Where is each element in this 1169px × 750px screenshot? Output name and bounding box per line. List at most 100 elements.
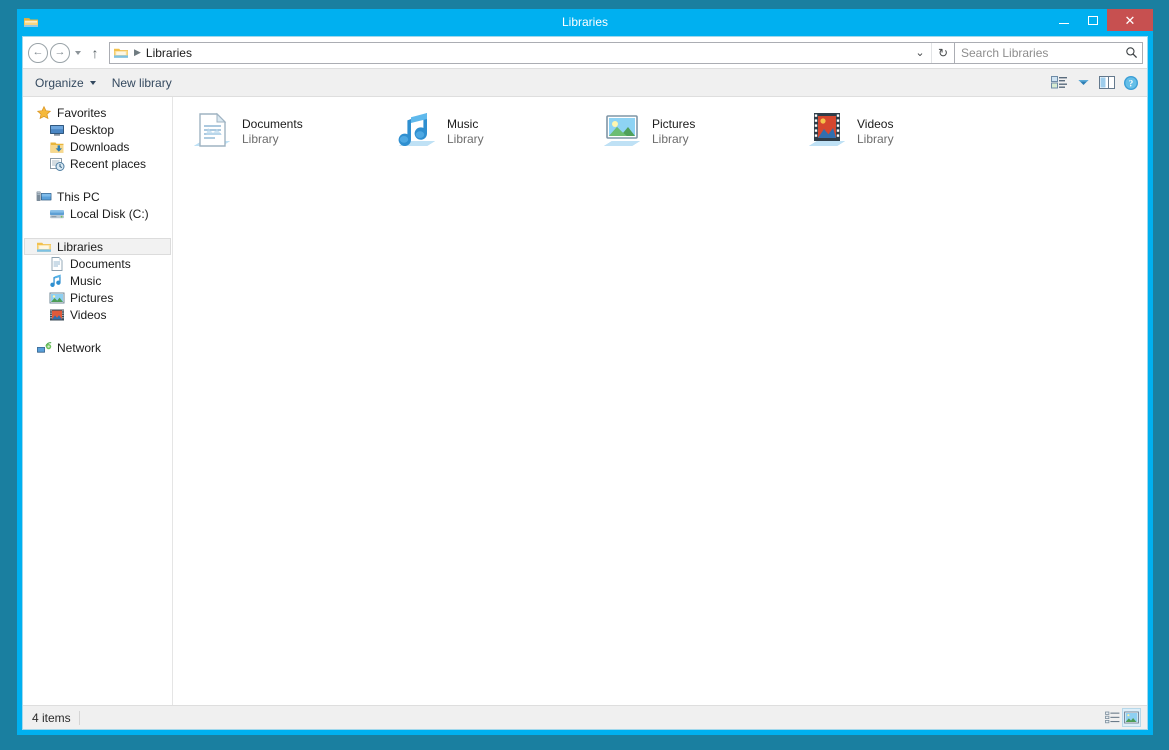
change-view-button[interactable] [1047,72,1071,94]
maximize-icon [1087,15,1098,25]
list-item[interactable]: Pictures Library [595,107,800,157]
list-item[interactable]: Documents Library [185,107,390,157]
sidebar-item-label: Videos [70,307,107,322]
maximize-button[interactable] [1078,9,1107,31]
chevron-down-icon: ⌄ [915,47,925,59]
svg-text:?: ? [1129,78,1134,88]
minimize-button[interactable] [1049,9,1078,31]
nav-group-gap [23,323,172,339]
forward-arrow-icon: → [50,42,70,63]
sidebar-item-downloads[interactable]: Downloads [24,138,171,155]
sidebar-item-favorites[interactable]: Favorites [24,104,171,121]
explorer-window: Libraries ✕ ← → ↑ ▶ Libraries ⌄ ↻ Search… [17,9,1153,735]
nav-group-libraries: Libraries Documents Music Pictures Video… [23,238,172,323]
list-item-text: Videos Library [857,117,894,147]
nav-group-favorites: Favorites Desktop Downloads Recent place… [23,104,172,172]
large-icons-view-button[interactable] [1122,708,1141,727]
sidebar-item-label: Recent places [70,156,147,171]
change-view-icon [1050,76,1067,89]
breadcrumb-item-libraries[interactable]: Libraries [146,46,192,60]
address-bar: ← → ↑ ▶ Libraries ⌄ ↻ Search Libraries [23,37,1147,68]
client-area: ← → ↑ ▶ Libraries ⌄ ↻ Search Libraries O… [22,36,1148,730]
title-bar: Libraries ✕ [17,9,1153,36]
sidebar-item-videos[interactable]: Videos [24,306,171,323]
downloads-icon [49,139,65,155]
sidebar-item-music[interactable]: Music [24,272,171,289]
command-bar: Organize New library ? [23,68,1147,97]
list-item-name: Documents [242,117,303,131]
back-arrow-icon: ← [28,42,48,63]
details-view-button[interactable] [1103,708,1122,727]
nav-group-gap [23,172,172,188]
chevron-down-icon [89,80,96,85]
breadcrumb-separator: ▶ [134,47,141,57]
nav-group-network: Network [23,339,172,356]
minimize-icon [1058,23,1069,24]
details-view-icon [1105,711,1120,724]
sidebar-item-network[interactable]: Network [24,339,171,356]
nav-group-gap [23,222,172,238]
item-count-label: 4 items [32,710,71,725]
list-item-name: Videos [857,117,894,131]
chevron-down-icon [75,50,81,55]
preview-pane-button[interactable] [1095,72,1119,94]
sidebar-item-local-disk-c[interactable]: Local Disk (C:) [24,205,171,222]
change-view-dropdown-button[interactable] [1071,72,1095,94]
forward-button[interactable]: → [49,42,71,64]
computer-icon [36,189,52,205]
desktop-icon [49,122,65,138]
address-dropdown-button[interactable]: ⌄ [909,43,931,63]
sidebar-item-label: Desktop [70,122,115,137]
documents-library-icon [49,256,65,272]
back-button[interactable]: ← [27,42,49,64]
star-icon [36,105,52,121]
search-input[interactable] [955,44,1120,61]
new-library-button[interactable]: New library [104,72,180,93]
sidebar-item-libraries[interactable]: Libraries [24,238,171,255]
refresh-button[interactable]: ↻ [931,42,954,63]
list-item[interactable]: Videos Library [800,107,1005,157]
address-path-box[interactable]: ▶ Libraries ⌄ ↻ [109,41,955,64]
list-item[interactable]: Music Library [390,107,595,157]
documents-library-icon [188,108,236,156]
music-library-icon [49,273,65,289]
list-item-text: Music Library [447,117,484,147]
up-arrow-icon: ↑ [91,44,99,61]
close-button[interactable]: ✕ [1107,9,1153,31]
sidebar-item-pictures[interactable]: Pictures [24,289,171,306]
sidebar-item-label: Downloads [70,139,130,154]
sidebar-item-label: Local Disk (C:) [70,206,149,221]
sidebar-item-desktop[interactable]: Desktop [24,121,171,138]
network-icon [36,340,52,356]
window-title: Libraries [561,15,609,29]
sidebar-item-recent-places[interactable]: Recent places [24,155,171,172]
preview-pane-icon [1098,76,1115,89]
list-item-subtitle: Library [242,132,279,146]
status-bar: 4 items [23,705,1147,729]
organize-button[interactable]: Organize [27,72,104,93]
list-item-text: Documents Library [242,117,303,147]
libraries-icon [36,239,52,255]
breadcrumb[interactable]: ▶ Libraries [110,45,909,61]
search-box[interactable] [955,41,1143,64]
sidebar-item-label: Documents [70,256,131,271]
refresh-icon: ↻ [937,45,949,60]
recent-locations-button[interactable] [71,42,85,64]
sidebar-item-this-pc[interactable]: This PC [24,188,171,205]
up-button[interactable]: ↑ [85,42,105,64]
nav-group-this-pc: This PC Local Disk (C:) [23,188,172,222]
sidebar-item-label: This PC [57,189,100,204]
close-icon: ✕ [1124,12,1136,28]
body-row: Favorites Desktop Downloads Recent place… [23,97,1147,705]
sidebar-item-label: Pictures [70,290,114,305]
list-item-name: Music [447,117,479,131]
chevron-down-icon [1078,79,1088,85]
help-button[interactable]: ? [1119,72,1143,94]
help-icon: ? [1124,75,1138,90]
list-item-text: Pictures Library [652,117,695,147]
sidebar-item-label: Favorites [57,105,107,120]
file-list-view[interactable]: Documents Library Music Library Pictures… [173,97,1147,705]
search-icon[interactable] [1120,46,1142,59]
sidebar-item-documents[interactable]: Documents [24,255,171,272]
navigation-pane[interactable]: Favorites Desktop Downloads Recent place… [23,97,173,705]
